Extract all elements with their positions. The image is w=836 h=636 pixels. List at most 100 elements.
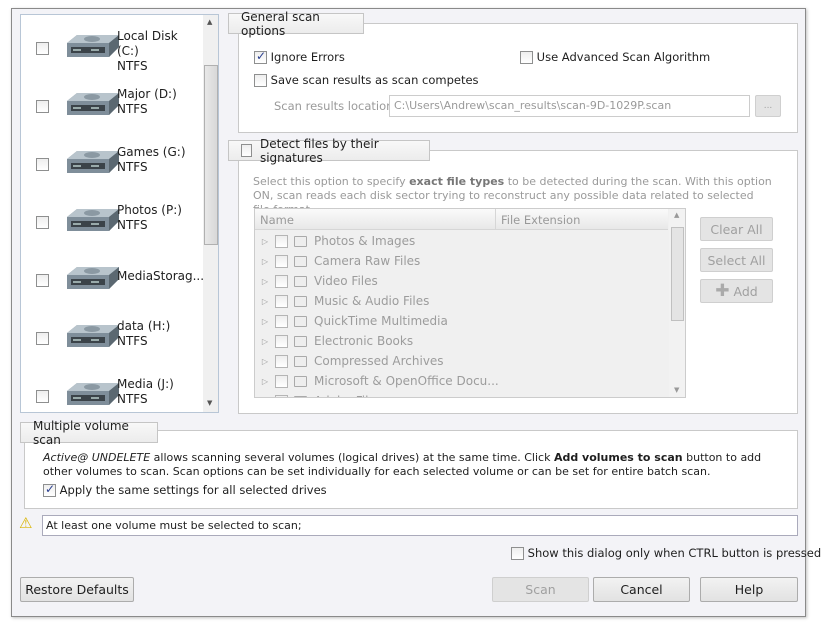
expand-arrow-icon[interactable]: ▷ — [255, 237, 275, 246]
file-type-item[interactable]: ▷ Compressed Archives — [255, 351, 665, 371]
expand-arrow-icon[interactable]: ▷ — [255, 317, 275, 326]
select-all-button[interactable]: Select All — [700, 248, 773, 272]
file-type-label: Electronic Books — [314, 334, 414, 348]
tree-scrollbar[interactable]: ▲ ▼ — [669, 209, 685, 397]
expand-arrow-icon[interactable]: ▷ — [255, 357, 275, 366]
drive-filesystem: NTFS — [117, 102, 148, 116]
file-type-label: Microsoft & OpenOffice Docu... — [314, 374, 499, 388]
col-extension[interactable]: File Extension — [495, 209, 585, 230]
drive-item[interactable]: Games (G:) NTFS — [21, 145, 201, 195]
file-type-item[interactable]: ▷ Electronic Books — [255, 331, 665, 351]
drive-item[interactable]: Major (D:) NTFS — [21, 87, 201, 137]
scroll-down-icon[interactable]: ▼ — [674, 386, 679, 394]
drive-name: data (H:) — [117, 319, 171, 333]
drive-item[interactable]: data (H:) NTFS — [21, 319, 201, 369]
drive-list: Local Disk (C:) NTFS Major (D:) NTFS Games (… — [20, 14, 219, 413]
file-type-item[interactable]: ▷ Photos & Images — [255, 231, 665, 251]
expand-arrow-icon[interactable]: ▷ — [255, 277, 275, 286]
signatures-checkbox[interactable] — [241, 144, 253, 157]
drive-filesystem: NTFS — [117, 218, 148, 232]
warning-icon: ⚠ — [19, 514, 33, 532]
file-type-checkbox[interactable] — [275, 254, 288, 268]
expand-arrow-icon[interactable]: ▷ — [255, 397, 275, 398]
clear-all-button[interactable]: Clear All — [700, 217, 773, 241]
general-options-tab: General scan options — [228, 10, 364, 38]
drive-item[interactable]: Local Disk (C:) NTFS — [21, 29, 201, 79]
file-type-checkbox[interactable] — [275, 234, 288, 248]
drive-filesystem: NTFS — [117, 59, 148, 73]
help-button[interactable]: Help — [700, 577, 798, 602]
drive-item[interactable]: Photos (P:) NTFS — [21, 203, 201, 253]
file-type-label: Camera Raw Files — [314, 254, 421, 268]
apply-same-checkbox[interactable]: Apply the same settings for all selected… — [43, 482, 327, 497]
cancel-button[interactable]: Cancel — [593, 577, 690, 602]
expand-arrow-icon[interactable]: ▷ — [255, 297, 275, 306]
folder-icon — [294, 335, 307, 347]
file-type-label: QuickTime Multimedia — [314, 314, 448, 328]
drive-item[interactable]: MediaStorag... — [21, 261, 205, 311]
signatures-tab[interactable]: Detect files by their signatures — [228, 137, 430, 165]
save-results-checkbox[interactable]: Save scan results as scan competes — [254, 73, 479, 87]
drive-name: Media (J:) — [117, 377, 174, 391]
file-type-item[interactable]: ▷ Adobe Files — [255, 391, 665, 398]
file-type-item[interactable]: ▷ QuickTime Multimedia — [255, 311, 665, 331]
scroll-up-icon[interactable]: ▲ — [207, 18, 212, 26]
file-types-tree: Name File Extension ▷ Photos & Images ▷ Cam… — [254, 208, 686, 398]
hard-disk-icon — [61, 33, 123, 61]
hard-disk-icon — [61, 265, 123, 293]
drive-checkbox[interactable] — [36, 332, 49, 345]
ignore-errors-checkbox[interactable]: Ignore Errors — [254, 49, 345, 64]
drive-filesystem: NTFS — [117, 160, 148, 174]
drive-checkbox[interactable] — [36, 216, 49, 229]
file-type-checkbox[interactable] — [275, 314, 288, 328]
add-button[interactable]: ✚ Add — [700, 279, 773, 303]
file-type-item[interactable]: ▷ Video Files — [255, 271, 665, 291]
file-type-item[interactable]: ▷ Microsoft & OpenOffice Docu... — [255, 371, 665, 391]
file-type-label: Photos & Images — [314, 234, 416, 248]
ctrl-only-checkbox[interactable]: Show this dialog only when CTRL button i… — [511, 546, 821, 560]
warning-message: At least one volume must be selected to … — [42, 515, 798, 536]
expand-arrow-icon[interactable]: ▷ — [255, 257, 275, 266]
scroll-up-icon[interactable]: ▲ — [674, 211, 679, 219]
drive-name: Local Disk (C:) — [117, 29, 178, 58]
scroll-thumb[interactable] — [204, 65, 218, 245]
folder-icon — [294, 275, 307, 287]
signatures-label: Detect files by their signatures — [259, 136, 379, 165]
folder-icon — [294, 295, 307, 307]
ignore-errors-label: Ignore Errors — [270, 50, 345, 64]
drive-list-scrollbar[interactable]: ▲ ▼ — [203, 15, 218, 412]
folder-icon — [294, 395, 307, 397]
file-type-checkbox[interactable] — [275, 374, 288, 388]
expand-arrow-icon[interactable]: ▷ — [255, 377, 275, 386]
file-type-item[interactable]: ▷ Music & Audio Files — [255, 291, 665, 311]
hard-disk-icon — [61, 323, 123, 351]
drive-checkbox[interactable] — [36, 158, 49, 171]
drive-checkbox[interactable] — [36, 100, 49, 113]
scan-button[interactable]: Scan — [492, 577, 589, 602]
file-type-checkbox[interactable] — [275, 294, 288, 308]
col-name[interactable]: Name — [260, 213, 294, 227]
multi-volume-description: Active@ UNDELETE allows scanning several… — [43, 451, 762, 478]
tree-header: Name File Extension — [255, 209, 668, 230]
file-type-checkbox[interactable] — [275, 334, 288, 348]
location-input[interactable]: C:\Users\Andrew\scan_results\scan-9D-102… — [389, 95, 750, 117]
browse-button[interactable]: ... — [755, 95, 781, 117]
file-type-checkbox[interactable] — [275, 394, 288, 397]
advanced-scan-checkbox[interactable]: Use Advanced Scan Algorithm — [520, 50, 710, 64]
file-type-checkbox[interactable] — [275, 354, 288, 368]
scroll-down-icon[interactable]: ▼ — [207, 399, 212, 407]
drive-name: Photos (P:) — [117, 203, 182, 217]
file-type-label: Compressed Archives — [314, 354, 444, 368]
scroll-thumb[interactable] — [671, 227, 684, 321]
file-type-checkbox[interactable] — [275, 274, 288, 288]
file-type-label: Video Files — [314, 274, 378, 288]
drive-checkbox[interactable] — [36, 274, 49, 287]
drive-checkbox[interactable] — [36, 390, 49, 403]
drive-checkbox[interactable] — [36, 42, 49, 55]
plus-icon: ✚ — [715, 281, 730, 301]
expand-arrow-icon[interactable]: ▷ — [255, 337, 275, 346]
file-type-item[interactable]: ▷ Camera Raw Files — [255, 251, 665, 271]
drive-item[interactable]: Media (J:) NTFS — [21, 377, 201, 412]
restore-defaults-button[interactable]: Restore Defaults — [20, 577, 134, 602]
drive-name: MediaStorag... — [117, 269, 205, 283]
